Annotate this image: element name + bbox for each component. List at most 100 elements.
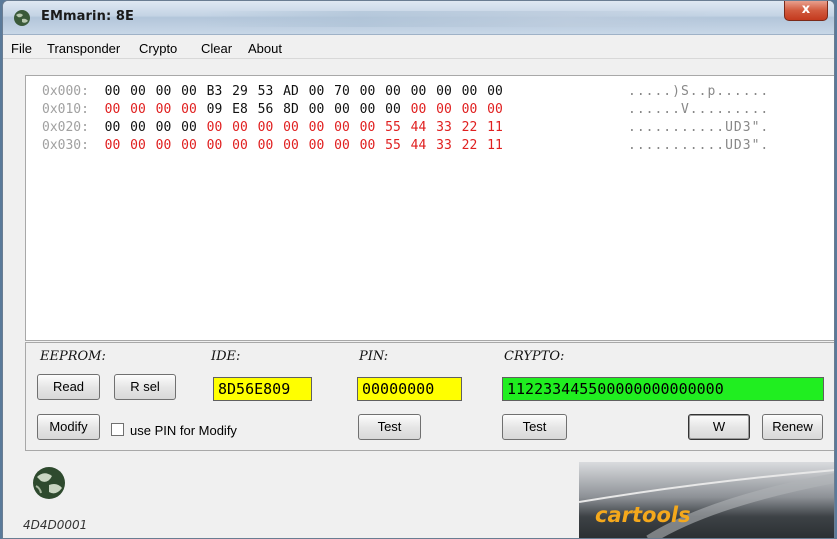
hex-byte: 8D <box>283 102 299 117</box>
menu-about[interactable]: About <box>248 41 282 56</box>
hex-byte: 00 <box>206 120 223 135</box>
hex-byte: 44 <box>410 120 427 135</box>
hex-byte: 00 <box>385 102 401 117</box>
serial-number: 4D4D0001 <box>23 518 88 532</box>
hex-byte: 56 <box>257 102 274 117</box>
menu-file[interactable]: File <box>11 41 32 56</box>
hex-byte: 44 <box>410 138 427 153</box>
hex-byte: 00 <box>283 138 299 153</box>
hex-ascii: ...........UD3". <box>628 138 770 153</box>
hex-byte: 00 <box>257 120 274 135</box>
cartools-logo: cartools <box>579 462 834 538</box>
renew-button[interactable]: Renew <box>762 414 823 440</box>
hex-byte: 00 <box>104 102 121 117</box>
hex-address: 0x030: <box>42 138 89 153</box>
globe-icon <box>14 10 30 26</box>
hex-byte: 00 <box>232 138 248 153</box>
crypto-field[interactable]: 112233445500000000000000 <box>502 377 824 401</box>
hex-byte: 00 <box>130 102 146 117</box>
ide-field[interactable]: 8D56E809 <box>213 377 312 401</box>
hex-byte: 00 <box>130 84 146 99</box>
hex-ascii: .....)S..p...... <box>628 84 770 99</box>
hex-ascii: ......V......... <box>628 102 770 117</box>
hex-row: 0x000: 00 00 00 00 B3 29 53 AD 00 70 00 00 00 00 00 00.… <box>42 84 768 102</box>
hex-address: 0x010: <box>42 102 89 117</box>
road-graphic <box>579 469 834 538</box>
hex-byte: B3 <box>206 84 223 99</box>
hex-byte: 00 <box>436 102 452 117</box>
hex-byte: 00 <box>410 102 427 117</box>
menu-clear[interactable]: Clear <box>201 41 232 56</box>
hex-byte: 00 <box>359 102 376 117</box>
use-pin-checkbox-label: use PIN for Modify <box>130 423 237 438</box>
title-bar-background <box>203 11 723 27</box>
hex-byte: 00 <box>461 84 478 99</box>
hex-address: 0x000: <box>42 84 89 99</box>
hex-byte: 00 <box>308 138 325 153</box>
hex-byte: 00 <box>359 138 376 153</box>
hex-byte: 55 <box>385 120 401 135</box>
modify-button[interactable]: Modify <box>37 414 100 440</box>
hex-byte: 00 <box>334 102 350 117</box>
hex-byte: 22 <box>461 120 478 135</box>
hex-address: 0x020: <box>42 120 89 135</box>
eeprom-label: EEPROM: <box>40 349 106 364</box>
hex-byte: 00 <box>155 102 172 117</box>
hex-byte: 00 <box>181 102 197 117</box>
write-button[interactable]: W <box>688 414 750 440</box>
hex-byte: 33 <box>436 138 452 153</box>
hex-byte: 00 <box>130 138 146 153</box>
hex-byte: 70 <box>334 84 350 99</box>
close-button[interactable]: x <box>784 1 828 21</box>
r-sel-button[interactable]: R sel <box>114 374 176 400</box>
hex-byte: 00 <box>385 84 401 99</box>
hex-byte: 22 <box>461 138 478 153</box>
hex-byte: 55 <box>385 138 401 153</box>
hex-byte: 29 <box>232 84 248 99</box>
pin-label: PIN: <box>359 349 389 364</box>
hex-byte: 00 <box>104 84 121 99</box>
hex-byte: 00 <box>283 120 299 135</box>
hex-byte: 00 <box>104 120 121 135</box>
menu-crypto[interactable]: Crypto <box>139 41 177 56</box>
title-bar[interactable]: EMmarin: 8E x <box>3 1 834 35</box>
hex-byte: 00 <box>104 138 121 153</box>
control-panel: EEPROM: IDE: PIN: CRYPTO: Read R sel 8D5… <box>25 342 834 451</box>
hex-byte: 00 <box>359 84 376 99</box>
globe-icon <box>33 467 65 499</box>
hex-byte: 09 <box>206 102 223 117</box>
hex-byte: 00 <box>487 84 503 99</box>
hex-byte: 00 <box>206 138 223 153</box>
menu-transponder[interactable]: Transponder <box>47 41 120 56</box>
hex-byte: 00 <box>308 120 325 135</box>
hex-ascii: ...........UD3". <box>628 120 770 135</box>
read-button[interactable]: Read <box>37 374 100 400</box>
hex-byte: 00 <box>308 84 325 99</box>
hex-byte: 00 <box>359 120 376 135</box>
crypto-test-button[interactable]: Test <box>502 414 567 440</box>
hex-byte: 00 <box>410 84 427 99</box>
app-window: EMmarin: 8E x File Transponder Crypto Cl… <box>2 0 835 539</box>
hex-byte: 00 <box>487 102 503 117</box>
hex-byte: 00 <box>334 138 350 153</box>
hex-byte: 00 <box>181 120 197 135</box>
brand-name: cartools <box>595 503 691 527</box>
hex-byte: 53 <box>257 84 274 99</box>
crypto-label: CRYPTO: <box>504 349 565 364</box>
pin-field[interactable]: 00000000 <box>357 377 462 401</box>
hex-byte: 33 <box>436 120 452 135</box>
pin-test-button[interactable]: Test <box>358 414 421 440</box>
hex-row: 0x030: 00 00 00 00 00 00 00 00 00 00 00 55 44 33 22 11.… <box>42 138 768 156</box>
hex-byte: 00 <box>155 84 172 99</box>
hex-byte: 00 <box>155 138 172 153</box>
hex-byte: 00 <box>436 84 452 99</box>
ide-label: IDE: <box>211 349 241 364</box>
hex-byte: 00 <box>181 138 197 153</box>
hex-byte: 00 <box>181 84 197 99</box>
hex-byte: 00 <box>308 102 325 117</box>
use-pin-checkbox[interactable] <box>111 423 124 436</box>
hex-byte: 00 <box>257 138 274 153</box>
menu-bar: File Transponder Crypto Clear About <box>3 37 834 59</box>
hex-dump-view[interactable]: 0x000: 00 00 00 00 B3 29 53 AD 00 70 00 00 00 00 00 00.… <box>25 75 834 341</box>
hex-row: 0x010: 00 00 00 00 09 E8 56 8D 00 00 00 00 00 00 00 00.… <box>42 102 768 120</box>
